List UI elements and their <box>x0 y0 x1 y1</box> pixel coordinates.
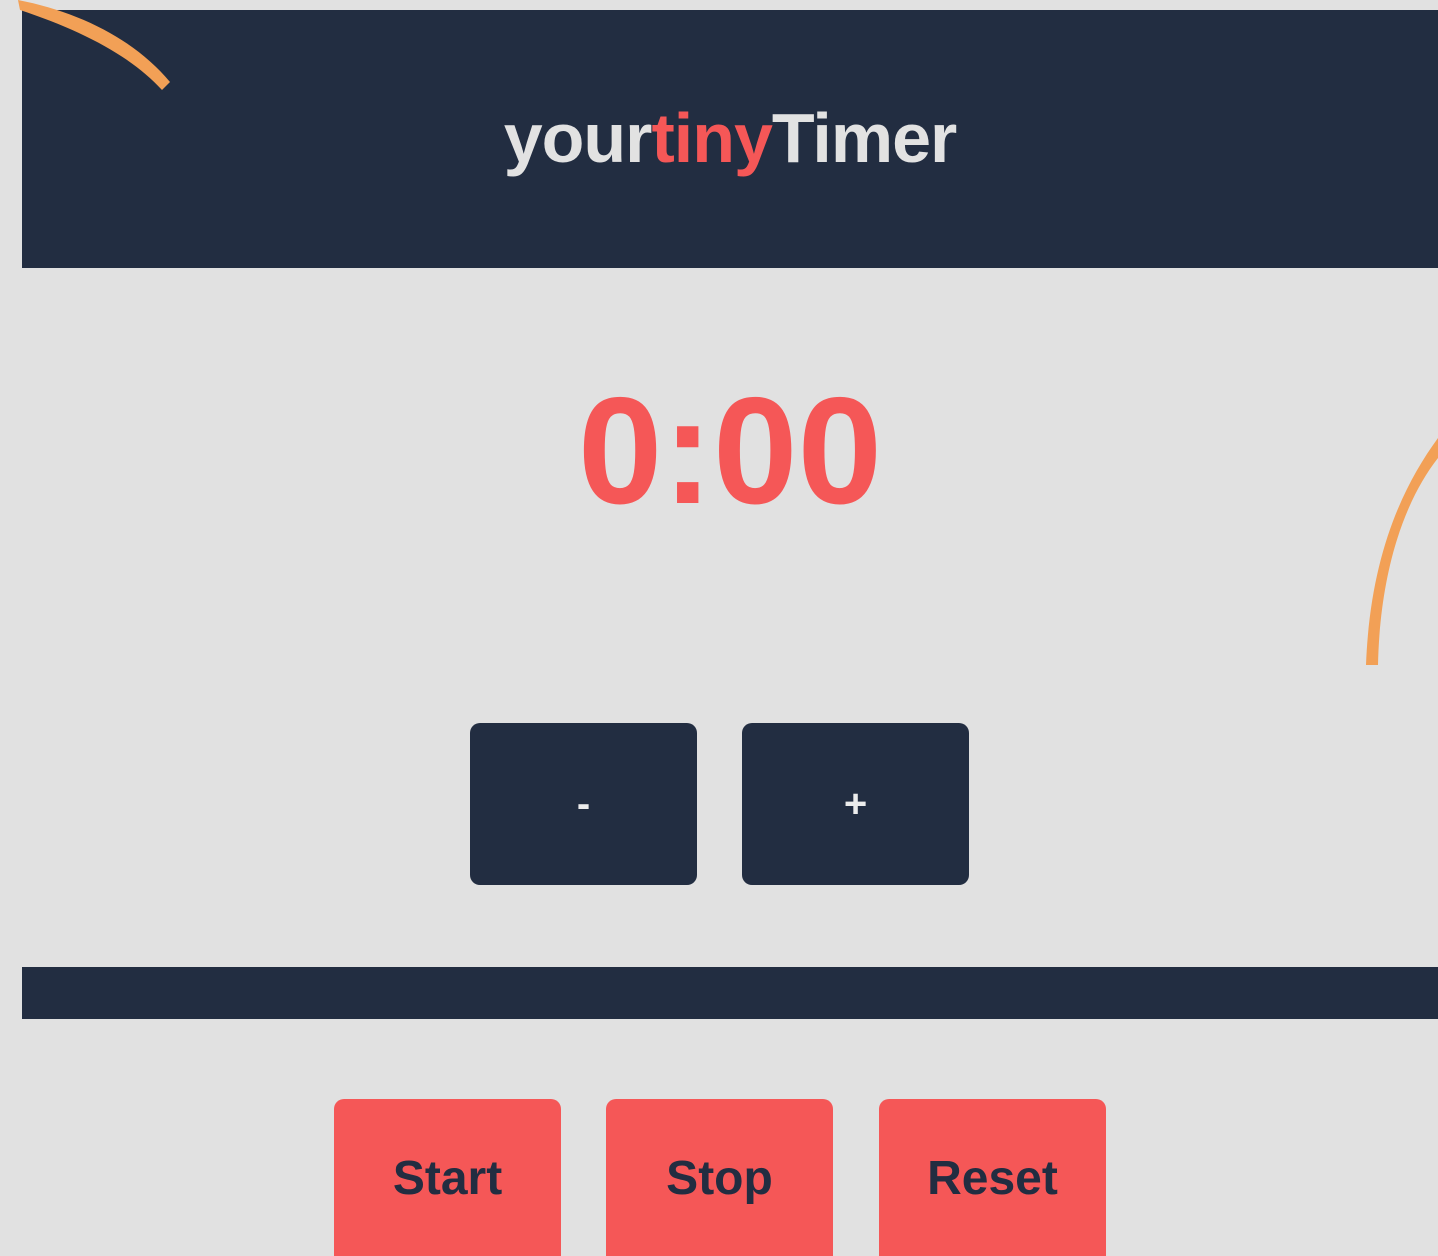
divider-bar <box>22 967 1438 1019</box>
decrement-button[interactable]: - <box>470 723 697 885</box>
timer-app: yourtinyTimer 0:00 - + Start Stop Reset <box>22 10 1438 1256</box>
stop-button[interactable]: Stop <box>606 1099 833 1256</box>
logo-text-your: your <box>503 99 653 177</box>
increment-button[interactable]: + <box>742 723 969 885</box>
app-logo: yourtinyTimer <box>503 98 958 178</box>
start-button[interactable]: Start <box>334 1099 561 1256</box>
reset-button[interactable]: Reset <box>879 1099 1106 1256</box>
logo-text-timer: Timer <box>771 99 957 177</box>
timer-display: 0:00 <box>577 366 883 536</box>
logo-text-tiny: tiny <box>651 99 772 177</box>
page: yourtinyTimer 0:00 - + Start Stop Reset <box>0 0 1438 1256</box>
header-bar: yourtinyTimer <box>22 10 1438 268</box>
